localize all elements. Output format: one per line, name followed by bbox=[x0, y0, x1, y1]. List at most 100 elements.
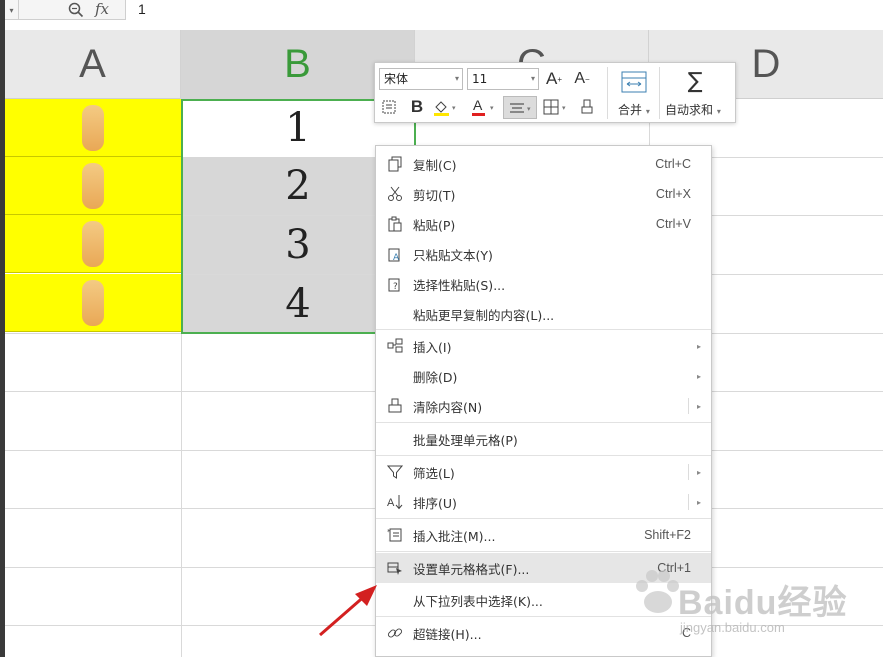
paw-logo-icon bbox=[636, 570, 679, 613]
menu-label: 从下拉列表中选择(K)... bbox=[413, 593, 543, 609]
svg-text:▾: ▾ bbox=[527, 105, 531, 113]
menu-label: 剪切(T) bbox=[413, 187, 456, 203]
svg-text:A: A bbox=[393, 253, 400, 262]
cell-a3[interactable] bbox=[5, 215, 181, 273]
cell-a4[interactable] bbox=[5, 274, 181, 332]
menu-separator bbox=[376, 329, 711, 330]
menu-label: 插入批注(M)... bbox=[413, 528, 496, 544]
chevron-down-icon: ▾ bbox=[454, 74, 459, 83]
menu-item-paste-earlier[interactable]: 粘贴更早复制的内容(L)... bbox=[376, 299, 711, 329]
submenu-divider bbox=[688, 398, 689, 414]
align-center-icon[interactable]: ▾ bbox=[503, 96, 537, 119]
menu-item-cut[interactable]: 剪切(T) Ctrl+X bbox=[376, 179, 711, 209]
menu-item-comment[interactable]: * 插入批注(M)... Shift+F2 bbox=[376, 520, 711, 550]
fill-color-icon[interactable]: ▾ bbox=[431, 97, 461, 117]
clear-format-icon[interactable] bbox=[577, 97, 597, 117]
menu-label: 清除内容(N) bbox=[413, 399, 483, 415]
sort-icon: A bbox=[386, 493, 404, 511]
menu-separator bbox=[376, 518, 711, 519]
increase-font-icon[interactable]: A + bbox=[543, 68, 565, 90]
menu-shortcut: Ctrl+V bbox=[655, 217, 691, 231]
formula-input[interactable]: 1 bbox=[125, 0, 883, 20]
decrease-font-icon[interactable]: A − bbox=[571, 68, 593, 90]
comment-icon: * bbox=[386, 526, 404, 544]
scissors-icon bbox=[386, 185, 404, 203]
font-size-select[interactable]: 11 ▾ bbox=[467, 68, 539, 90]
font-size-value: 11 bbox=[472, 72, 488, 86]
merge-label: 合并 bbox=[618, 103, 643, 117]
submenu-divider bbox=[688, 464, 689, 480]
menu-item-paste-text[interactable]: A 只粘贴文本(Y) bbox=[376, 239, 711, 269]
blurred-text bbox=[82, 104, 104, 151]
menu-item-copy[interactable]: 复制(C) Ctrl+C bbox=[376, 149, 711, 179]
chevron-down-icon: ▾ bbox=[530, 74, 535, 83]
watermark: Baidu经验 jingyan.baidu.com bbox=[630, 560, 880, 645]
name-box-dropdown-icon[interactable]: ▾ bbox=[5, 0, 19, 20]
menu-item-batch[interactable]: 批量处理单元格(P) bbox=[376, 424, 711, 454]
menu-label: 复制(C) bbox=[413, 157, 457, 173]
paste-special-icon: ? bbox=[386, 275, 404, 293]
mini-toolbar: 宋体 ▾ 11 ▾ A + A − B ▾ A ▾ ▾ ▾ 合并 ▾ ∑ 自动求和 ▾ bbox=[374, 62, 736, 123]
svg-text:*: * bbox=[387, 528, 391, 536]
menu-shortcut: Ctrl+X bbox=[655, 187, 691, 201]
autosum-label: 自动求和 bbox=[665, 103, 714, 117]
cell-a2[interactable] bbox=[5, 157, 181, 215]
menu-label: 选择性粘贴(S)... bbox=[413, 277, 506, 293]
menu-item-delete[interactable]: 删除(D) ▸ bbox=[376, 361, 711, 391]
blurred-text bbox=[82, 279, 104, 326]
merge-button[interactable]: 合并 ▾ bbox=[618, 101, 650, 118]
chevron-right-icon: ▸ bbox=[696, 401, 701, 411]
svg-text:▾: ▾ bbox=[452, 104, 456, 112]
menu-item-insert[interactable]: 插入(I) ▸ bbox=[376, 331, 711, 361]
toolbar-gap bbox=[5, 20, 883, 30]
menu-shortcut: Ctrl+C bbox=[655, 157, 691, 171]
merge-cells-icon[interactable] bbox=[619, 69, 649, 95]
menu-item-filter[interactable]: 筛选(L) ▸ bbox=[376, 457, 711, 487]
menu-label: 删除(D) bbox=[413, 369, 458, 385]
menu-item-paste-special[interactable]: ? 选择性粘贴(S)... bbox=[376, 269, 711, 299]
copy-icon bbox=[386, 155, 404, 173]
blurred-text bbox=[82, 162, 104, 209]
font-name-select[interactable]: 宋体 ▾ bbox=[379, 68, 463, 90]
fx-label[interactable]: fx bbox=[95, 0, 109, 20]
menu-item-clear[interactable]: 清除内容(N) ▸ bbox=[376, 391, 711, 421]
watermark-logo: Baidu经验 bbox=[678, 584, 848, 622]
menu-item-sort[interactable]: A 排序(U) ▸ bbox=[376, 487, 711, 517]
svg-text:▾: ▾ bbox=[562, 104, 566, 112]
link-icon bbox=[386, 624, 404, 642]
insert-icon bbox=[386, 337, 404, 355]
menu-label: 设置单元格格式(F)... bbox=[413, 561, 530, 577]
menu-item-paste[interactable]: 粘贴(P) Ctrl+V bbox=[376, 209, 711, 239]
menu-label: 只粘贴文本(Y) bbox=[413, 247, 493, 263]
menu-label: 超链接(H)... bbox=[413, 626, 482, 642]
menu-shortcut: Shift+F2 bbox=[644, 528, 691, 542]
autosum-button[interactable]: 自动求和 ▾ bbox=[665, 101, 721, 118]
menu-label: 排序(U) bbox=[413, 495, 457, 511]
toolbar-divider bbox=[659, 67, 660, 119]
chevron-right-icon: ▸ bbox=[696, 371, 701, 381]
zoom-icon[interactable] bbox=[67, 1, 85, 19]
cell-a1[interactable] bbox=[5, 99, 181, 157]
format-painter-icon[interactable] bbox=[379, 97, 399, 117]
blurred-text bbox=[82, 220, 104, 267]
annotation-arrow-icon bbox=[319, 585, 377, 637]
svg-text:▾: ▾ bbox=[490, 104, 494, 112]
paste-icon bbox=[386, 215, 404, 233]
menu-label: 粘贴(P) bbox=[413, 217, 456, 233]
svg-text:A: A bbox=[473, 98, 483, 113]
font-color-icon[interactable]: A ▾ bbox=[469, 97, 499, 117]
svg-text:A: A bbox=[387, 497, 395, 509]
sigma-icon[interactable]: ∑ bbox=[681, 68, 709, 94]
borders-icon[interactable]: ▾ bbox=[541, 97, 571, 117]
chevron-right-icon: ▸ bbox=[696, 467, 701, 477]
menu-label: 插入(I) bbox=[413, 339, 452, 355]
format-cells-icon bbox=[386, 559, 404, 577]
menu-separator bbox=[376, 455, 711, 456]
column-header-a[interactable]: A bbox=[5, 30, 181, 99]
menu-separator bbox=[376, 551, 711, 552]
filter-icon bbox=[386, 463, 404, 481]
chevron-right-icon: ▸ bbox=[696, 497, 701, 507]
font-name-value: 宋体 bbox=[384, 72, 409, 86]
svg-text:?: ? bbox=[393, 282, 398, 292]
bold-icon[interactable]: B bbox=[407, 97, 427, 117]
